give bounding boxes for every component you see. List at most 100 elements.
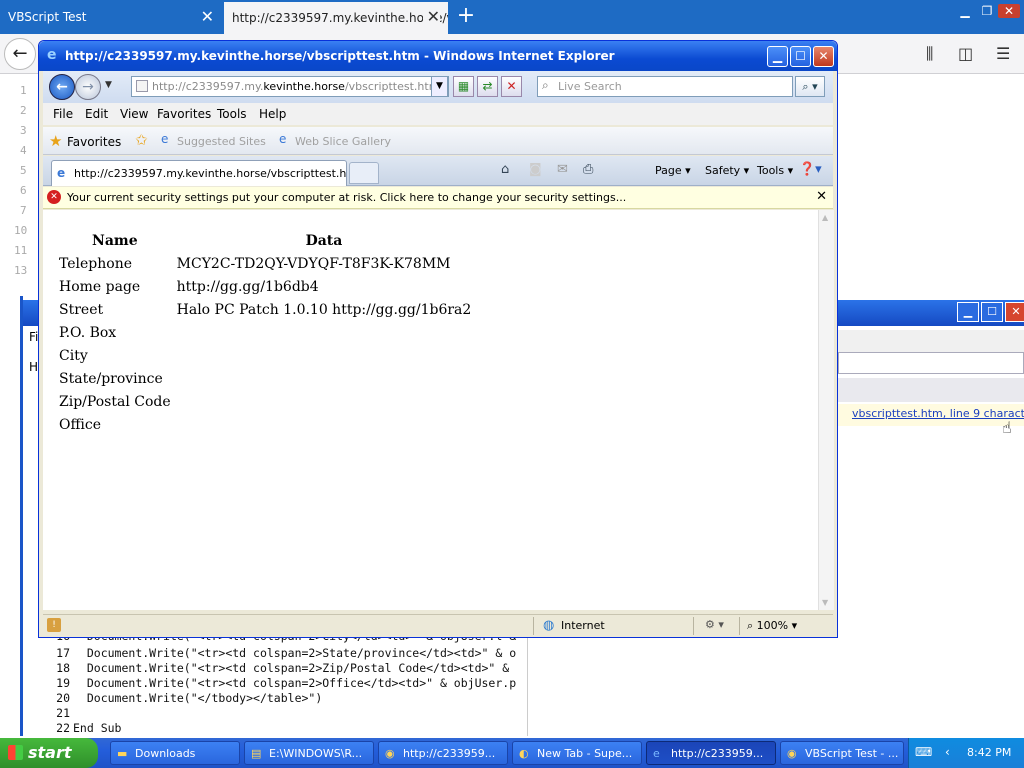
menu-item-favorites[interactable]: Favorites bbox=[157, 107, 211, 121]
home-icon[interactable]: ⌂ bbox=[501, 162, 509, 177]
compatibility-view-icon[interactable]: ▦ bbox=[453, 76, 474, 97]
code-line: 17 Document.Write("<tr><td colspan=2>Sta… bbox=[56, 646, 517, 660]
code-editor[interactable]: 16 Document.Write("<tr><td colspan=2>Cit… bbox=[52, 629, 528, 736]
menu-item-file[interactable]: File bbox=[53, 107, 73, 121]
menu-item-tools[interactable]: Tools bbox=[217, 107, 247, 121]
taskbar-item-downloads[interactable]: ▬ Downloads bbox=[110, 741, 240, 765]
search-button[interactable]: ⌕ ▾ bbox=[795, 76, 825, 97]
back-arrow-icon[interactable]: ← bbox=[4, 38, 36, 70]
row-name: Office bbox=[59, 416, 102, 433]
tab-title: VBScript Test bbox=[8, 10, 87, 24]
print-icon[interactable]: ⎙ bbox=[583, 162, 593, 177]
clock[interactable]: 8:42 PM bbox=[967, 746, 1011, 759]
refresh-icon[interactable]: ⇄ bbox=[477, 76, 498, 97]
close-icon[interactable]: ✕ bbox=[998, 4, 1020, 18]
ie-icon: e bbox=[653, 747, 660, 760]
chevron-down-icon[interactable]: ▼ bbox=[431, 76, 448, 97]
feeds-icon[interactable]: ◙ bbox=[529, 162, 542, 177]
close-icon[interactable]: ✕ bbox=[1005, 302, 1024, 322]
ie-titlebar[interactable]: e http://c2339597.my.kevinthe.horse/vbsc… bbox=[39, 41, 837, 71]
row-name: Home page bbox=[59, 278, 141, 295]
search-input[interactable]: ⌕ Live Search bbox=[537, 76, 793, 97]
status-divider bbox=[739, 617, 740, 635]
favorites-bar: ★ Favorites ✩ e Suggested Sites e Web Sl… bbox=[43, 127, 833, 155]
vertical-scrollbar[interactable]: ▲ ▼ bbox=[818, 210, 834, 610]
library-icon[interactable]: ⫼ bbox=[926, 44, 933, 64]
chevron-left-icon[interactable]: ‹ bbox=[945, 745, 950, 759]
favorites-button[interactable]: Favorites bbox=[67, 135, 121, 149]
zoom-level[interactable]: ⌕ 100% ▾ bbox=[747, 619, 797, 633]
row-data: MCY2C-TD2QY-VDYQF-T8F3K-K78MM bbox=[176, 255, 451, 272]
menu-item-help[interactable]: Help bbox=[259, 107, 286, 121]
security-info-bar[interactable]: ✕ Your current security settings put you… bbox=[43, 187, 833, 209]
help-icon[interactable]: ❓▾ bbox=[799, 162, 822, 177]
taskbar-item-new-tab[interactable]: ◐ New Tab - Supe... bbox=[512, 741, 642, 765]
chevron-down-icon[interactable]: ▼ bbox=[822, 598, 828, 607]
mail-icon[interactable]: ✉ bbox=[557, 162, 568, 177]
row-name: Telephone bbox=[59, 255, 133, 272]
row-data bbox=[175, 345, 474, 366]
menu-item-view[interactable]: View bbox=[120, 107, 148, 121]
back-arrow-icon[interactable]: ← bbox=[49, 74, 75, 100]
tab-vbscripttest[interactable]: e http://c2339597.my.kevinthe.horse/vbsc… bbox=[51, 160, 347, 186]
close-icon[interactable]: ✕ bbox=[422, 7, 440, 26]
firefox-icon: ◉ bbox=[385, 747, 395, 760]
script-error-link[interactable]: vbscripttest.htm, line 9 character 30 bbox=[852, 407, 1024, 420]
tab-title: http://c2339597.my.kevinthe.horse/vbscri… bbox=[232, 11, 448, 25]
taskbar-item-explorer[interactable]: ▤ E:\WINDOWS\R... bbox=[244, 741, 374, 765]
status-bar: ! ◍ Internet ⚙ ▾ ⌕ 100% ▾ bbox=[43, 614, 833, 636]
status-divider bbox=[533, 617, 534, 635]
shield-icon[interactable]: ! bbox=[47, 618, 61, 632]
stop-icon[interactable]: ✕ bbox=[501, 76, 522, 97]
menu-item-edit[interactable]: Edit bbox=[85, 107, 108, 121]
safety-menu[interactable]: Safety ▾ bbox=[705, 164, 749, 177]
table-row: Telephone MCY2C-TD2QY-VDYQF-T8F3K-K78MM bbox=[57, 253, 473, 274]
close-icon[interactable]: ✕ bbox=[813, 46, 834, 67]
row-name: Zip/Postal Code bbox=[59, 393, 171, 410]
forward-arrow-icon[interactable]: → bbox=[75, 74, 101, 100]
chevron-up-icon[interactable]: ▲ bbox=[822, 213, 828, 222]
tab-title: http://c2339597.my.kevinthe.horse/vbscri… bbox=[74, 167, 347, 180]
address-input[interactable]: http://c2339597.my.kevinthe.horse/vbscri… bbox=[131, 76, 449, 97]
chevron-down-icon[interactable]: ▼ bbox=[105, 80, 112, 90]
web-slice-gallery-link[interactable]: Web Slice Gallery bbox=[295, 135, 391, 148]
maximize-icon[interactable]: ☐ bbox=[981, 302, 1003, 322]
minimize-icon[interactable]: ▁ bbox=[957, 302, 979, 322]
ie-logo-icon: e bbox=[47, 47, 57, 63]
add-favorite-icon[interactable]: ✩ bbox=[135, 131, 148, 149]
table-row: P.O. Box bbox=[57, 322, 473, 343]
search-icon: ⌕ bbox=[542, 78, 549, 92]
plus-icon[interactable]: + bbox=[452, 2, 480, 32]
close-icon[interactable]: ✕ bbox=[201, 7, 214, 26]
start-button[interactable]: start bbox=[0, 738, 98, 768]
taskbar-item-firefox[interactable]: ◉ http://c233959... bbox=[378, 741, 508, 765]
hand-cursor-icon: ☝ bbox=[1002, 418, 1012, 437]
taskbar-item-vbscript-test[interactable]: ◉ VBScript Test - ... bbox=[780, 741, 904, 765]
close-icon[interactable]: ✕ bbox=[816, 189, 827, 204]
taskbar-item-ie-active[interactable]: e http://c233959... bbox=[646, 741, 776, 765]
background-menu-h[interactable]: H bbox=[29, 360, 38, 374]
row-data bbox=[175, 391, 474, 412]
code-line: 21 bbox=[56, 706, 70, 720]
star-icon[interactable]: ★ bbox=[49, 132, 62, 150]
page-icon bbox=[136, 80, 148, 92]
column-header-name: Name bbox=[92, 232, 138, 249]
menu-icon[interactable]: ☰ bbox=[996, 44, 1010, 63]
suggested-sites-link[interactable]: Suggested Sites bbox=[177, 135, 266, 148]
tools-menu[interactable]: Tools ▾ bbox=[757, 164, 793, 177]
keyboard-icon[interactable]: ⌨ bbox=[915, 745, 932, 759]
table-row: Office bbox=[57, 414, 473, 435]
background-search[interactable] bbox=[838, 352, 1024, 374]
protected-mode-icon[interactable]: ⚙ ▾ bbox=[705, 618, 724, 631]
page-menu[interactable]: Page ▾ bbox=[655, 164, 691, 177]
maximize-icon[interactable]: ☐ bbox=[790, 46, 811, 67]
restore-icon[interactable]: ❐ bbox=[976, 4, 998, 18]
firefox-tab-active[interactable]: http://c2339597.my.kevinthe.horse/vbscri… bbox=[224, 2, 448, 34]
sidebar-icon[interactable]: ◫ bbox=[958, 44, 973, 63]
minimize-icon[interactable]: ▁ bbox=[767, 46, 788, 67]
minimize-icon[interactable]: ▁ bbox=[954, 4, 976, 18]
firefox-tab-vbscript-test[interactable]: VBScript Test ✕ bbox=[0, 0, 222, 34]
new-tab-button[interactable] bbox=[349, 162, 379, 184]
column-header-data: Data bbox=[305, 232, 343, 249]
table-row: Zip/Postal Code bbox=[57, 391, 473, 412]
